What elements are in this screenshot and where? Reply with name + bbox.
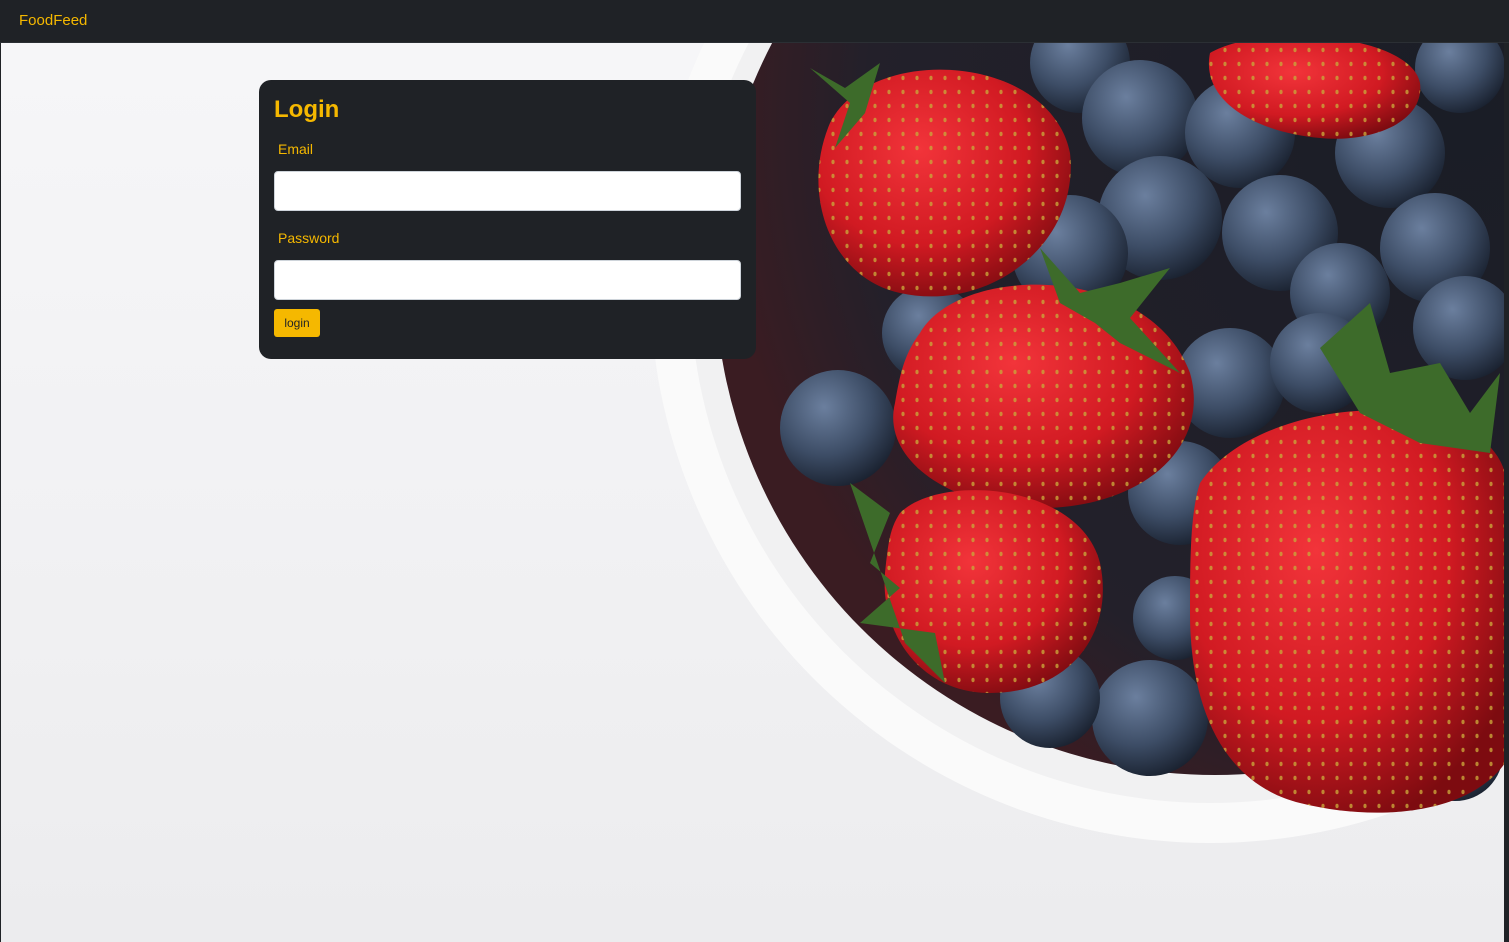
email-field[interactable] (274, 171, 741, 211)
password-label: Password (278, 230, 340, 246)
right-edge (1504, 43, 1509, 942)
left-edge (0, 43, 1, 942)
login-card: Login Email Password login (259, 80, 756, 359)
password-field[interactable] (274, 260, 741, 300)
login-title: Login (274, 96, 340, 123)
login-button[interactable]: login (274, 309, 320, 337)
brand-link[interactable]: FoodFeed (19, 12, 87, 29)
top-navbar: FoodFeed (0, 0, 1509, 43)
email-label: Email (278, 141, 314, 157)
